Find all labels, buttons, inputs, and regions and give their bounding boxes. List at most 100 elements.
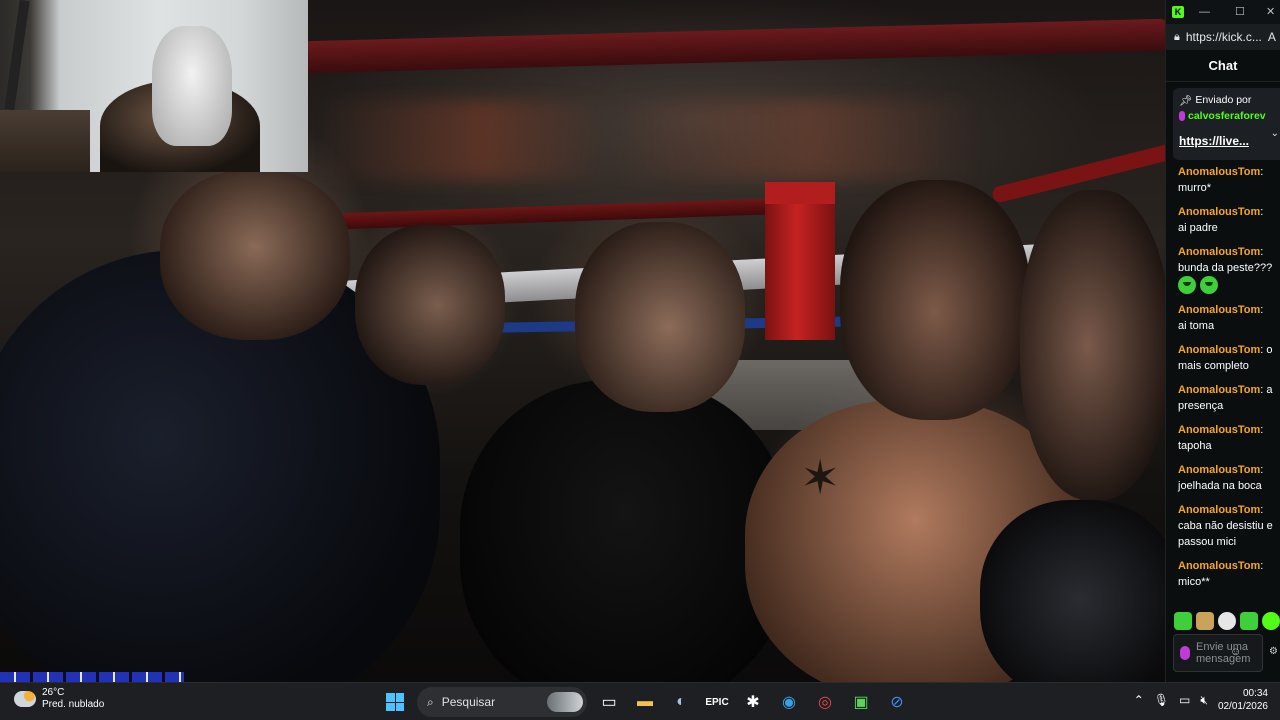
figure-boxer [840,180,1030,420]
chat-username[interactable]: AnomalousTom [1178,206,1260,218]
figure-body [460,380,790,682]
minimize-icon[interactable]: — [1199,5,1210,19]
gear-icon[interactable]: ⚙ [1269,646,1278,657]
task-view-icon[interactable]: ▭ [595,688,623,716]
volume-muted-icon[interactable]: 🔇︎ [1200,693,1208,708]
pinned-user[interactable]: calvosferaforev [1188,110,1266,122]
figure-body [980,500,1165,682]
star-tattoo: ✶ [800,452,841,505]
pinned-link[interactable]: https://live... [1179,134,1279,148]
edge-browser-icon[interactable]: ◉ [775,688,803,716]
chat-message: AnomalousTom: mico** [1178,560,1264,588]
cable [4,0,30,111]
chat-username[interactable]: AnomalousTom [1178,344,1260,356]
pin-icon: 📌︎ [1179,94,1193,107]
chat-text: ai padre [1178,222,1218,234]
weather-desc: Pred. nublado [42,699,105,710]
taskbar-apps: ⌕ Pesquisar ▭ ▬ ◐ EPIC ✱ ◉ ◎ ▣ ⊘ [381,687,911,717]
android-app-icon[interactable]: ▣ [847,688,875,716]
emoji-icon[interactable]: ☺ [1230,646,1241,658]
chat-text: caba não desistiu e passou mici [1178,520,1273,548]
file-explorer-icon[interactable]: ▬ [631,688,659,716]
chat-text: murro* [1178,182,1212,194]
weather-widget[interactable]: 26°C Pred. nublado [14,687,104,711]
epic-games-icon[interactable]: EPIC [703,688,731,716]
emote-icon[interactable] [1218,612,1236,630]
chat-message: AnomalousTom: joelhada na boca [1178,464,1264,492]
clock[interactable]: 00:34 02/01/2026 [1218,687,1268,713]
emote-icon[interactable] [1174,612,1192,630]
url-text: https://kick.c... [1185,30,1262,44]
kick-logo-icon: K [1172,6,1184,18]
chevron-up-icon[interactable]: ⌃ [1134,693,1144,707]
taskbar: 26°C Pred. nublado ⌕ Pesquisar ▭ ▬ ◐ EPI… [0,682,1280,720]
chat-text: tapoha [1178,440,1212,452]
chat-username[interactable]: AnomalousTom [1178,560,1260,572]
clock-date: 02/01/2026 [1217,701,1268,712]
mic-tray-icon[interactable]: 🎙︎ [1154,693,1169,707]
green-face-emote-icon [1178,276,1196,294]
figure-laughing-man [160,170,350,340]
chat-messages: AnomalousTom: murro* AnomalousTom: ai pa… [1166,160,1280,590]
weather-temp: 26°C [42,687,65,698]
chat-input-placeholder: Envie uma mensagem [1196,641,1251,665]
emote-bar [1174,612,1280,630]
emote-icon[interactable] [1196,612,1214,630]
chat-browser-window[interactable]: K — ☐ ✕ 🔒︎ https://kick.c... A Chat 📌︎ E… [1165,0,1280,682]
cloudy-weather-icon [14,691,36,707]
chat-title: Chat [1166,50,1280,82]
brand-bar [0,672,184,682]
chat-text: joelhada na boca [1178,480,1262,492]
system-tray: ⌃ 🎙︎ ▭ 🔇︎ 00:34 02/01/2026 [1134,687,1268,713]
chat-message: AnomalousTom: murro* [1178,166,1264,194]
search-icon: ⌕ [427,694,434,709]
chat-message: AnomalousTom: ai padre [1178,206,1264,234]
emote-icon[interactable] [1262,612,1280,630]
chat-message: AnomalousTom: tapoha [1178,424,1264,452]
lock-icon: 🔒︎ [1174,30,1180,43]
display-icon[interactable]: ▭ [1179,693,1190,707]
stream-video[interactable]: ✶ [0,0,1165,682]
chat-username[interactable]: AnomalousTom [1178,424,1260,436]
close-icon[interactable]: ✕ [1266,5,1275,19]
green-face-emote-icon [1200,276,1218,294]
chat-text: mico** [1178,576,1210,588]
chat-username[interactable]: AnomalousTom [1178,304,1260,316]
ring-rope [299,18,1165,74]
chat-message: AnomalousTom: bunda da peste??? [1178,244,1274,294]
chat-text: bunda da peste??? [1178,262,1273,274]
chevron-down-icon[interactable]: ⌄ [1271,128,1279,139]
webcam-overlay [0,0,308,172]
figure-bald-man [575,222,745,412]
reader-mode-icon[interactable]: A [1268,30,1276,44]
chat-input[interactable]: Envie uma mensagem [1173,634,1263,672]
pinned-message[interactable]: 📌︎ Enviado por calvosferaforev https://l… [1173,88,1280,160]
start-button[interactable] [381,688,409,716]
towel [152,26,232,146]
chat-message: AnomalousTom: ai toma [1178,304,1264,332]
taskbar-search[interactable]: ⌕ Pesquisar [417,687,587,717]
arena-lights [320,100,1140,180]
ring-corner-post-top [765,182,835,204]
address-bar[interactable]: 🔒︎ https://kick.c... A [1166,24,1280,50]
ring-corner-post [765,182,835,340]
app-blue-icon[interactable]: ⊘ [883,688,911,716]
mic-icon[interactable] [1180,646,1190,660]
ring-rope [339,196,821,230]
search-highlight-image [547,692,583,712]
chat-username[interactable]: AnomalousTom [1178,504,1260,516]
chat-username[interactable]: AnomalousTom [1178,246,1260,258]
emote-icon[interactable] [1240,612,1258,630]
figure-man [355,225,505,385]
chat-username[interactable]: AnomalousTom [1178,384,1260,396]
steam-icon[interactable]: ◐ [667,688,695,716]
spider-app-icon[interactable]: ✱ [739,688,767,716]
chat-username[interactable]: AnomalousTom [1178,166,1260,178]
maximize-icon[interactable]: ☐ [1235,5,1245,19]
pinned-label: Enviado por [1195,94,1252,106]
chat-message: AnomalousTom: a presença [1178,384,1273,412]
chat-message: AnomalousTom: caba não desistiu e passou… [1178,504,1273,548]
opera-gx-icon[interactable]: ◎ [811,688,839,716]
chat-message: AnomalousTom: o mais completo [1178,344,1273,372]
chat-username[interactable]: AnomalousTom [1178,464,1260,476]
